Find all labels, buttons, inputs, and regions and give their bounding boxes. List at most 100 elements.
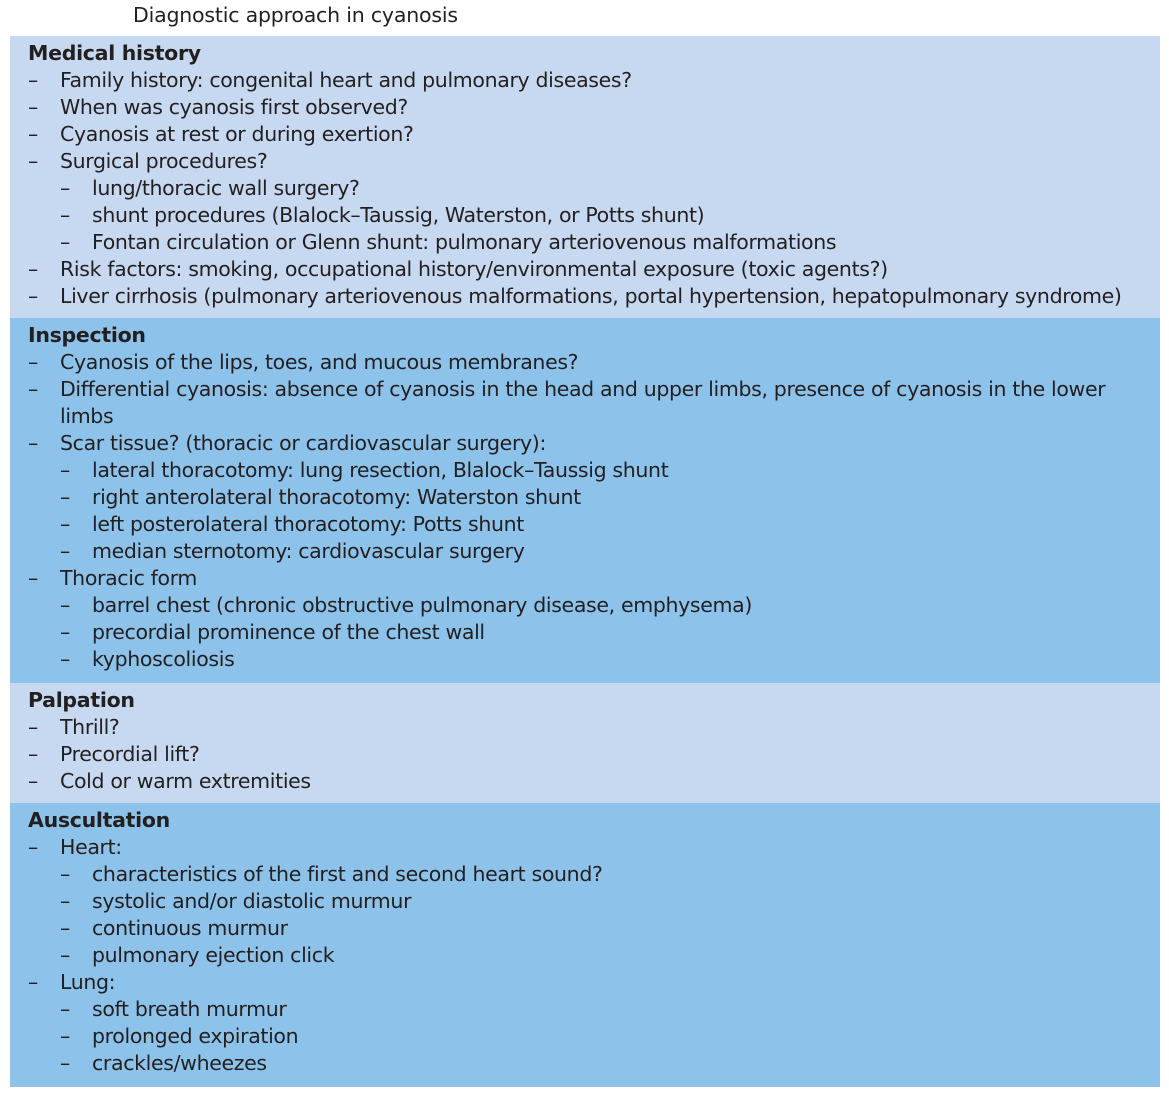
sub-list-item: – left posterolateral thoracotomy: Potts … (28, 511, 1160, 538)
item-list: – Thrill? – Precordial lift? – Cold or warm… (28, 714, 1160, 795)
list-item: – Thrill? (28, 714, 1160, 741)
dash-bullet-icon: – (60, 647, 70, 671)
list-item: – When was cyanosis first observed? (28, 94, 1160, 121)
item-text: characteristics of the first and second … (92, 862, 603, 886)
item-text: prolonged expiration (92, 1024, 299, 1048)
section-heading: Auscultation (28, 808, 170, 832)
dash-bullet-icon: – (60, 485, 70, 509)
item-text: Cyanosis of the lips, toes, and mucous m… (60, 350, 579, 374)
dash-bullet-icon: – (60, 512, 70, 536)
section-heading: Medical history (28, 41, 201, 65)
item-text: Scar tissue? (thoracic or cardiovascular… (60, 431, 547, 455)
list-item: – Risk factors: smoking, occupational his… (28, 256, 1160, 283)
list-item: – Cold or warm extremities (28, 768, 1160, 795)
list-item: – Precordial lift? (28, 741, 1160, 768)
dash-bullet-icon: – (28, 769, 38, 793)
item-text: left posterolateral thoracotomy: Potts s… (92, 512, 524, 536)
dash-bullet-icon: – (28, 68, 38, 92)
list-item: – Heart: (28, 834, 1160, 861)
dash-bullet-icon: – (28, 122, 38, 146)
dash-bullet-icon: – (60, 176, 70, 200)
dash-bullet-icon: – (60, 1024, 70, 1048)
item-text: precordial prominence of the chest wall (92, 620, 485, 644)
sub-list-item: – pulmonary ejection click (28, 942, 1160, 969)
section-inspection: Inspection – Cyanosis of the lips, toes, … (10, 318, 1160, 683)
item-text: Family history: congenital heart and pul… (60, 68, 632, 92)
sub-list-item: – systolic and/or diastolic murmur (28, 888, 1160, 915)
item-text: Liver cirrhosis (pulmonary arteriovenous… (60, 284, 1122, 308)
section-heading: Palpation (28, 688, 135, 712)
dash-bullet-icon: – (60, 916, 70, 940)
list-item: – Lung: (28, 969, 1160, 996)
diagnostic-table: Medical history – Family history: congeni… (10, 36, 1160, 1087)
section-medical-history: Medical history – Family history: congeni… (10, 36, 1160, 318)
item-text: barrel chest (chronic obstructive pulmon… (92, 593, 752, 617)
list-item: – Cyanosis at rest or during exertion? (28, 121, 1160, 148)
item-text: Differential cyanosis: absence of cyanos… (60, 377, 1106, 428)
dash-bullet-icon: – (28, 257, 38, 281)
item-list: – Family history: congenital heart and pu… (28, 67, 1160, 310)
item-text: Thoracic form (60, 566, 198, 590)
sub-list-item: – characteristics of the first and second… (28, 861, 1160, 888)
sub-list-item: – shunt procedures (Blalock–Taussig, Wate… (28, 202, 1160, 229)
sub-list-item: – median sternotomy: cardiovascular surge… (28, 538, 1160, 565)
sub-list-item: – crackles/wheezes (28, 1050, 1160, 1077)
dash-bullet-icon: – (28, 566, 38, 590)
item-text: Lung: (60, 970, 116, 994)
sub-list-item: – Fontan circulation or Glenn shunt: pulm… (28, 229, 1160, 256)
sub-list-item: – soft breath murmur (28, 996, 1160, 1023)
item-text: Cyanosis at rest or during exertion? (60, 122, 414, 146)
section-palpation: Palpation – Thrill? – Precordial lift? – Co… (10, 683, 1160, 803)
sub-list-item: – prolonged expiration (28, 1023, 1160, 1050)
item-text: Cold or warm extremities (60, 769, 311, 793)
item-text: Fontan circulation or Glenn shunt: pulmo… (92, 230, 837, 254)
sub-list-item: – continuous murmur (28, 915, 1160, 942)
list-item: – Scar tissue? (thoracic or cardiovascula… (28, 430, 1160, 457)
item-text: Heart: (60, 835, 122, 859)
dash-bullet-icon: – (60, 230, 70, 254)
sub-list-item: – barrel chest (chronic obstructive pulmo… (28, 592, 1160, 619)
sub-list-item: – kyphoscoliosis (28, 646, 1160, 673)
dash-bullet-icon: – (60, 862, 70, 886)
item-text: Surgical procedures? (60, 149, 268, 173)
dash-bullet-icon: – (28, 742, 38, 766)
dash-bullet-icon: – (28, 350, 38, 374)
item-text: kyphoscoliosis (92, 647, 235, 671)
dash-bullet-icon: – (60, 539, 70, 563)
table-title: Diagnostic approach in cyanosis (133, 3, 458, 27)
item-list: – Cyanosis of the lips, toes, and mucous … (28, 349, 1160, 673)
list-item: – Cyanosis of the lips, toes, and mucous … (28, 349, 1160, 376)
item-text: crackles/wheezes (92, 1051, 267, 1075)
dash-bullet-icon: – (60, 889, 70, 913)
dash-bullet-icon: – (28, 835, 38, 859)
list-item: – Family history: congenital heart and pu… (28, 67, 1160, 94)
dash-bullet-icon: – (60, 620, 70, 644)
dash-bullet-icon: – (28, 95, 38, 119)
item-text: When was cyanosis first observed? (60, 95, 408, 119)
item-text: right anterolateral thoracotomy: Waterst… (92, 485, 581, 509)
item-text: lateral thoracotomy: lung resection, Bla… (92, 458, 669, 482)
sub-list-item: – right anterolateral thoracotomy: Waters… (28, 484, 1160, 511)
item-text: lung/thoracic wall surgery? (92, 176, 360, 200)
list-item: – Thoracic form (28, 565, 1160, 592)
dash-bullet-icon: – (28, 431, 38, 455)
dash-bullet-icon: – (60, 997, 70, 1021)
item-text: continuous murmur (92, 916, 288, 940)
sub-list-item: – precordial prominence of the chest wall (28, 619, 1160, 646)
item-text: shunt procedures (Blalock–Taussig, Water… (92, 203, 705, 227)
dash-bullet-icon: – (28, 377, 38, 401)
dash-bullet-icon: – (28, 970, 38, 994)
section-heading: Inspection (28, 323, 146, 347)
sub-list-item: – lung/thoracic wall surgery? (28, 175, 1160, 202)
dash-bullet-icon: – (60, 943, 70, 967)
item-list: – Heart: – characteristics of the first an… (28, 834, 1160, 1077)
dash-bullet-icon: – (60, 458, 70, 482)
item-text: Thrill? (60, 715, 120, 739)
list-item: – Differential cyanosis: absence of cyano… (28, 376, 1160, 430)
item-text: systolic and/or diastolic murmur (92, 889, 412, 913)
dash-bullet-icon: – (28, 715, 38, 739)
dash-bullet-icon: – (28, 149, 38, 173)
item-text: Precordial lift? (60, 742, 200, 766)
list-item: – Surgical procedures? (28, 148, 1160, 175)
item-text: median sternotomy: cardiovascular surger… (92, 539, 525, 563)
